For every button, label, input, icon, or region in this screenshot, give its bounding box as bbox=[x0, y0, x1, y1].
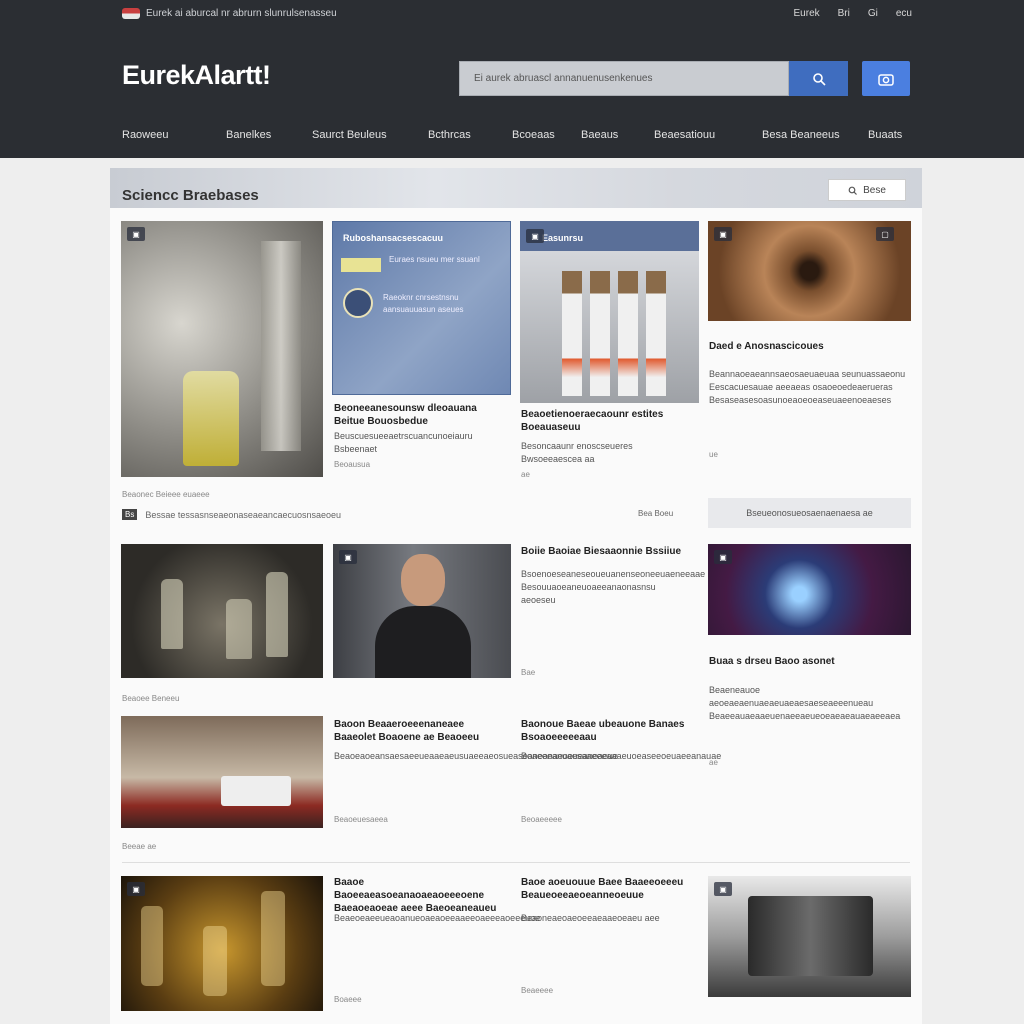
media-icon: ▣ bbox=[526, 229, 544, 243]
article-text: Beaoneaeoaeoeeaeaaeoeaeu aee bbox=[521, 913, 660, 923]
search-button[interactable] bbox=[789, 61, 848, 96]
card-text: Raeoknr cnrsestnsnu aansuauuasun aseues bbox=[383, 293, 464, 314]
machinery-image[interactable]: ▣ bbox=[708, 876, 911, 997]
info-icon: Bs bbox=[122, 509, 138, 520]
article-meta: Bae bbox=[521, 668, 536, 677]
top-link-3[interactable]: Gi bbox=[868, 8, 878, 19]
article-meta: ae bbox=[521, 470, 530, 479]
article-headline[interactable]: Beaoetienoeraecaounr estites Boeauaseuu bbox=[521, 408, 691, 434]
top-link-2[interactable]: Bri bbox=[838, 8, 850, 19]
card-badge: Ruboshansacsescacuu bbox=[343, 233, 444, 243]
amber-glassware-image[interactable]: ▣ bbox=[121, 876, 323, 1011]
article-headline[interactable]: Daed e Anosnascicoues bbox=[709, 340, 909, 353]
article-text: Beuscuesueeaetrscuancunoeiauru Bsbeenaet bbox=[334, 431, 473, 454]
lab-bench-image[interactable] bbox=[121, 716, 323, 828]
section-footnote: Beeae ae bbox=[122, 842, 157, 851]
article-meta: ue bbox=[709, 450, 718, 459]
media-icon: ▣ bbox=[127, 882, 145, 896]
article-meta: Beaeeee bbox=[521, 986, 554, 995]
info-text[interactable]: Bessae tessasnseaeonaseaeancaecuosnsaeoe… bbox=[145, 510, 341, 520]
nav-item-3[interactable]: Saurct Beuleus bbox=[312, 129, 387, 141]
article-text: Beannaoeaeannsaeosaeuaeuaa seunuassaeonu… bbox=[709, 369, 906, 405]
top-links: Eurek Bri Gi ecu bbox=[794, 8, 912, 19]
nav-item-6[interactable]: Baeaus bbox=[581, 129, 618, 141]
highlight-tag bbox=[341, 258, 381, 272]
info-links[interactable]: Bea Boeu bbox=[638, 509, 673, 518]
media-icon: ▣ bbox=[714, 227, 732, 241]
article-headline[interactable]: Baoon Beaaeroeeenaneaee Baaeolet Boaoene… bbox=[334, 718, 502, 744]
search-icon bbox=[848, 186, 858, 195]
article-headline[interactable]: Baaoe Baoeeaeasoeanaoaeaoeeeoene Baeaoea… bbox=[334, 876, 502, 915]
test-tubes-image[interactable]: Easunrsu ▣ bbox=[520, 221, 699, 403]
media-icon: ▣ bbox=[714, 882, 732, 896]
article-text: Boaeeeanuaesaaeeeaaaeuoeaseeoeuaeeanauae bbox=[521, 751, 722, 761]
media-icon: ▣ bbox=[127, 227, 145, 241]
article-text: Beaoeaoeansaesaeeueaaeaeusuaeeaeosueasea… bbox=[334, 751, 618, 761]
article-headline[interactable]: Beoneeanesounsw dleoauana Beitue Bouosbe… bbox=[334, 402, 502, 428]
top-bar-text: Eurek ai aburcal nr abrurn slunrulsenass… bbox=[146, 8, 337, 19]
glassware-image[interactable] bbox=[121, 544, 323, 678]
nav-item-2[interactable]: Banelkes bbox=[226, 129, 271, 141]
article-headline[interactable]: Boiie Baoiae Biesaaonnie Bssiiue bbox=[521, 545, 701, 558]
top-bar: Eurek ai aburcal nr abrurn slunrulsenass… bbox=[122, 8, 337, 19]
article-text: Besoncaaunr enoscseueres Bwsoeeaescea aa bbox=[521, 441, 633, 464]
camera-icon bbox=[878, 73, 894, 86]
camera-search-button[interactable] bbox=[862, 61, 910, 96]
article-meta: Beaoeuesaeea bbox=[334, 815, 388, 824]
nav-item-8[interactable]: Besa Beaneeus bbox=[762, 129, 840, 141]
nav-item-4[interactable]: Bcthrcas bbox=[428, 129, 471, 141]
search-icon bbox=[812, 72, 826, 86]
article-meta: Beoaeeeee bbox=[521, 815, 562, 824]
media-icon: ▣ bbox=[714, 550, 732, 564]
article-headline[interactable]: Baoe aoeuouue Baee Baaeeoeeeu Beaueoeeae… bbox=[521, 876, 691, 902]
nav-item-9[interactable]: Buaats bbox=[868, 129, 902, 141]
bookmark-icon: ▢ bbox=[876, 227, 894, 241]
filter-button[interactable]: Bese bbox=[828, 179, 906, 201]
section-footnote: Beaoee Beneeu bbox=[122, 694, 180, 703]
media-icon: ▣ bbox=[339, 550, 357, 564]
nav-item-7[interactable]: Beaesatiouu bbox=[654, 129, 715, 141]
site-logo[interactable]: EurekAlartt! bbox=[122, 60, 271, 91]
article-text: Beaeneauoe aeoeaeaenuaeaeuaeaesaeseaeeen… bbox=[709, 685, 901, 721]
seal-icon bbox=[343, 288, 373, 318]
article-meta: Boaeee bbox=[334, 995, 362, 1004]
info-strip: Bs Bessae tessasnseaeonaseaeancaecuosnsa… bbox=[122, 509, 341, 520]
flag-icon bbox=[122, 8, 140, 19]
lab-flask-image[interactable]: ▣ bbox=[121, 221, 323, 477]
filter-label: Bese bbox=[863, 184, 886, 196]
section-title: Sciencc Braebases bbox=[122, 187, 259, 204]
scientist-portrait-image[interactable]: ▣ bbox=[333, 544, 511, 678]
eye-image[interactable]: ▣ ▢ bbox=[708, 221, 911, 321]
main-nav: Raoweeu Banelkes Saurct Beuleus Bcthrcas… bbox=[122, 129, 910, 143]
subscribe-button[interactable]: Bseueonosueosaenaenaesa ae bbox=[708, 498, 911, 528]
article-text: Beaeoeaeeueaoanueoaeaoeeaaeeoaeeeaoeeeuo… bbox=[334, 913, 541, 923]
card-tagline: Euraes nsueu mer ssuanl bbox=[389, 255, 480, 264]
card-label: Easunrsu bbox=[542, 233, 584, 243]
section-footnote: Beaonec Beieee euaeee bbox=[122, 490, 210, 499]
article-text: Bsoenoeseaneseoueuanenseoneeuaeneeaae Be… bbox=[521, 569, 706, 605]
featured-card[interactable]: Ruboshansacsescacuu Euraes nsueu mer ssu… bbox=[332, 221, 511, 395]
nav-item-5[interactable]: Bcoeaas bbox=[512, 129, 555, 141]
search-input[interactable]: Ei aurek abruascl annanuenusenkenues bbox=[459, 61, 789, 96]
top-link-1[interactable]: Eurek bbox=[794, 8, 820, 19]
article-meta: Beoausua bbox=[334, 460, 371, 469]
divider bbox=[122, 862, 910, 863]
nav-item-1[interactable]: Raoweeu bbox=[122, 129, 168, 141]
article-headline[interactable]: Baonoue Baeae ubeauone Banaes Bsoaoeeeee… bbox=[521, 718, 691, 744]
top-link-4[interactable]: ecu bbox=[896, 8, 912, 19]
article-headline[interactable]: Buaa s drseu Baoo asonet bbox=[709, 655, 909, 668]
glowing-orb-image[interactable]: ▣ bbox=[708, 544, 911, 635]
